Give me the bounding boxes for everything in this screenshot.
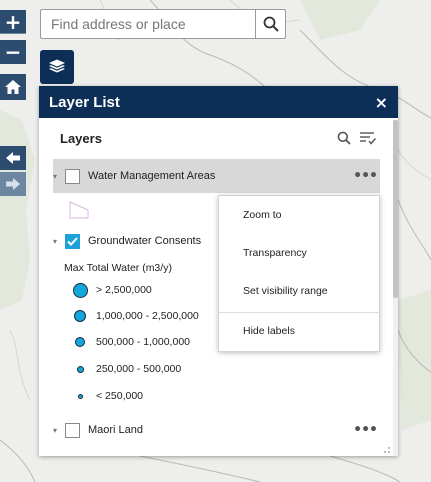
search-button[interactable] [255,10,285,38]
legend-item: 250,000 - 500,000 [71,358,181,380]
layer-checkbox[interactable] [65,422,80,438]
home-button[interactable] [0,74,26,100]
layer-checkbox[interactable] [65,168,80,184]
menu-item-zoom-to[interactable]: Zoom to [219,209,379,221]
polygon-legend-icon [69,201,89,219]
zoom-in-button[interactable]: + [0,10,26,34]
arrow-right-icon [6,178,20,190]
home-icon [5,80,21,94]
legend-title: Max Total Water (m3/y) [64,262,172,274]
filter-list-icon[interactable] [359,131,377,145]
arrow-left-icon [6,152,20,164]
legend-label: 1,000,000 - 2,500,000 [96,310,199,322]
layer-list-button[interactable] [40,50,74,84]
caret-right-icon[interactable]: ▾ [53,426,63,435]
search-icon [263,16,279,32]
layers-label: Layers [60,130,102,146]
resize-handle-icon[interactable] [383,446,391,454]
menu-item-transparency[interactable]: Transparency [219,247,379,259]
menu-divider [219,312,379,313]
layers-icon [49,59,65,73]
layer-options-menu: Zoom to Transparency Set visibility rang… [218,195,380,352]
search-input[interactable] [41,10,255,38]
close-button[interactable]: × [375,93,388,112]
legend-label: 250,000 - 500,000 [96,363,182,375]
menu-item-visibility-range[interactable]: Set visibility range [219,285,379,297]
layer-row-maori-land[interactable]: ▾ Maori Land ••• [53,413,380,447]
legend-item: 500,000 - 1,000,000 [71,331,190,353]
panel-title: Layer List [49,93,120,111]
next-extent-button[interactable] [0,172,26,196]
layer-name: Groundwater Consents [88,235,202,247]
legend-item: 1,000,000 - 2,500,000 [71,305,199,327]
circle-symbol-icon [72,282,88,298]
circle-symbol-icon [77,393,83,399]
circle-symbol-icon [76,365,84,373]
checkmark-icon [67,236,78,246]
caret-down-icon[interactable]: ▾ [53,237,63,246]
scrollbar[interactable] [393,120,398,456]
panel-header: Layer List × [39,86,398,118]
search-box [40,9,286,39]
layer-row-water-management-areas[interactable]: ▾ Water Management Areas ••• [53,159,380,193]
more-options-button[interactable]: ••• [353,422,378,438]
layers-header: Layers [39,118,391,158]
circle-symbol-icon [75,337,85,347]
scrollbar-thumb[interactable] [393,120,398,298]
menu-item-hide-labels[interactable]: Hide labels [219,325,379,337]
layer-checkbox[interactable] [65,233,80,249]
legend-label: > 2,500,000 [96,284,152,296]
layer-name: Maori Land [88,424,144,436]
zoom-out-button[interactable]: − [0,40,26,64]
legend-label: 500,000 - 1,000,000 [96,336,190,348]
layer-name: Water Management Areas [88,170,216,182]
legend-item: > 2,500,000 [71,279,152,301]
circle-symbol-icon [74,310,86,322]
legend-item: < 250,000 [71,385,143,407]
previous-extent-button[interactable] [0,146,26,170]
caret-right-icon[interactable]: ▾ [53,172,63,181]
legend-label: < 250,000 [96,390,144,402]
search-icon[interactable] [337,131,351,145]
more-options-button[interactable]: ••• [353,168,378,184]
